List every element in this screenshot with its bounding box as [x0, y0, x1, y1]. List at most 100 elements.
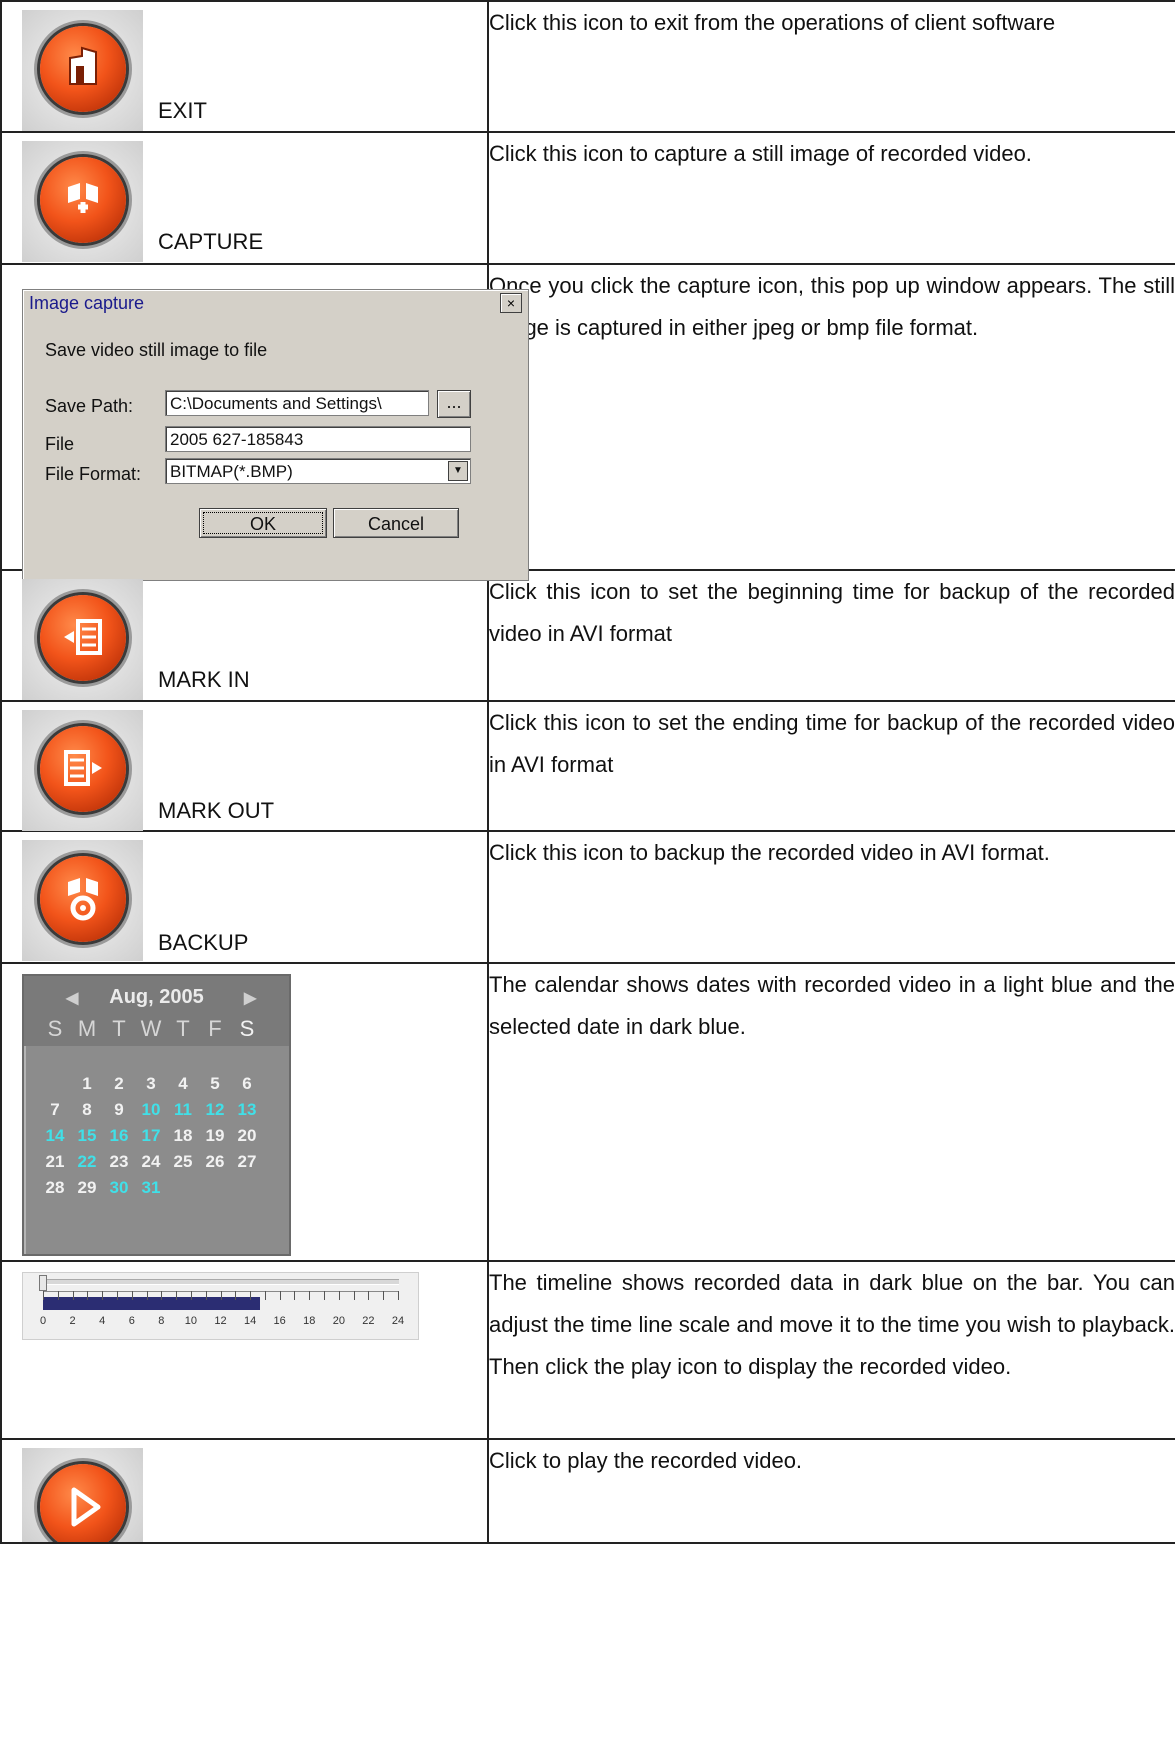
play-button[interactable]	[22, 1448, 143, 1542]
timeline-tick	[190, 1291, 192, 1300]
timeline-tick-label: 22	[362, 1315, 375, 1327]
calendar-day[interactable]: 28	[40, 1178, 70, 1198]
timeline-tick	[205, 1291, 207, 1300]
calendar-day[interactable]: 27	[232, 1152, 262, 1172]
timeline-tick	[116, 1291, 118, 1300]
calendar-day[interactable]: 16	[104, 1126, 134, 1146]
calendar-day[interactable]: 29	[72, 1178, 102, 1198]
file-format-label: File Format:	[45, 464, 142, 484]
timeline-tick	[309, 1291, 311, 1300]
timeline-scale-track[interactable]	[39, 1279, 399, 1285]
weekday-header: S	[239, 1016, 255, 1041]
calendar-day[interactable]: 11	[168, 1100, 198, 1120]
calendar-day[interactable]: 9	[104, 1100, 134, 1120]
dialog-title: Image capture	[29, 293, 145, 313]
capture-button[interactable]	[22, 141, 143, 262]
timeline-tick-label: 18	[303, 1315, 316, 1327]
timeline-tick	[102, 1291, 104, 1300]
backup-cell: BACKUP	[0, 830, 489, 964]
calendar-day[interactable]: 17	[136, 1126, 166, 1146]
timeline-tick	[264, 1291, 266, 1300]
timeline-tick-label: 20	[332, 1315, 345, 1327]
capture-cell: CAPTURE	[0, 131, 489, 265]
calendar-cell: ◀ Aug, 2005 ▶ S M T W T F S 1 2 3 4 5 6 7 8 9 10 11 12 13 14…	[0, 962, 489, 1262]
description: Click this icon to set the beginning tim…	[487, 569, 1175, 702]
timeline-scale-thumb[interactable]	[39, 1275, 47, 1291]
browse-button[interactable]: ...	[437, 390, 471, 418]
dialog-subtitle: Save video still image to file	[45, 340, 268, 360]
save-path-field[interactable]: C:\Documents and Settings\	[165, 390, 429, 416]
calendar-day[interactable]: 13	[232, 1100, 262, 1120]
calendar-day[interactable]: 26	[200, 1152, 230, 1172]
calendar-day[interactable]: 30	[104, 1178, 134, 1198]
exit-button[interactable]	[22, 10, 143, 131]
calendar-day[interactable]: 18	[168, 1126, 198, 1146]
file-format-select[interactable]: BITMAP(*.BMP) ▼	[165, 458, 471, 484]
calendar-day[interactable]: 21	[40, 1152, 70, 1172]
timeline-tick	[57, 1291, 59, 1300]
calendar-day[interactable]: 7	[40, 1100, 70, 1120]
timeline-tick	[176, 1291, 178, 1300]
calendar-day[interactable]: 31	[136, 1178, 166, 1198]
table-row: ◀ Aug, 2005 ▶ S M T W T F S 1 2 3 4 5 6 7 8 9 10 11 12 13 14…	[0, 962, 1175, 1262]
calendar-day[interactable]: 15	[72, 1126, 102, 1146]
description: Click this icon to set the ending time f…	[487, 700, 1175, 832]
mark-out-cell: MARK OUT	[0, 700, 489, 832]
calendar-day[interactable]: 2	[104, 1074, 134, 1094]
weekday-header: F	[208, 1016, 222, 1041]
mark-in-button[interactable]	[22, 579, 143, 700]
exit-icon	[69, 46, 97, 85]
calendar-day[interactable]: 22	[72, 1152, 102, 1172]
file-name-field[interactable]: 2005 627-185843	[165, 426, 471, 452]
description: Click this icon to backup the recorded v…	[487, 830, 1175, 964]
timeline-tick-label: 2	[69, 1315, 76, 1327]
timeline-widget[interactable]: 0 2 4 6 8 10 12 14 16 18 20 22 24	[22, 1272, 419, 1340]
mark-in-cell: MARK IN	[0, 569, 489, 702]
table-row: Click to play the recorded video.	[0, 1438, 1175, 1544]
play-icon	[71, 1487, 101, 1527]
timeline-tick	[279, 1291, 281, 1300]
icon-caption: CAPTURE	[158, 229, 264, 254]
calendar-day[interactable]: 10	[136, 1100, 166, 1120]
timeline-tick	[294, 1291, 296, 1300]
timeline-tick-label: 8	[158, 1315, 165, 1327]
weekday-header: M	[77, 1016, 97, 1041]
calendar-widget: ◀ Aug, 2005 ▶ S M T W T F S 1 2 3 4 5 6 7 8 9 10 11 12 13 14…	[22, 974, 291, 1256]
calendar-day[interactable]: 3	[136, 1074, 166, 1094]
calendar-day[interactable]: 1	[72, 1074, 102, 1094]
ok-button[interactable]: OK	[199, 508, 327, 538]
calendar-day[interactable]: 24	[136, 1152, 166, 1172]
table-row: BACKUP Click this icon to backup the rec…	[0, 830, 1175, 964]
next-month-arrow-icon[interactable]: ▶	[244, 988, 256, 1008]
mark-in-icon	[64, 619, 102, 655]
calendar-day[interactable]: 14	[40, 1126, 70, 1146]
backup-button[interactable]	[22, 840, 143, 961]
timeline-tick	[398, 1291, 399, 1300]
mark-out-button[interactable]	[22, 710, 143, 831]
timeline-tick-label: 14	[243, 1315, 257, 1327]
timeline-tick	[146, 1291, 148, 1300]
timeline-tick-label: 16	[273, 1315, 286, 1327]
calendar-day[interactable]: 4	[168, 1074, 198, 1094]
calendar-day[interactable]: 12	[200, 1100, 230, 1120]
file-label: File	[45, 434, 75, 454]
calendar-day[interactable]: 23	[104, 1152, 134, 1172]
weekday-header: S	[47, 1016, 63, 1041]
timeline-tick	[43, 1291, 44, 1300]
icon-caption: MARK IN	[158, 667, 250, 692]
instruction-table: EXIT Click this icon to exit from the op…	[0, 0, 1175, 1544]
calendar-day[interactable]: 6	[232, 1074, 262, 1094]
close-button[interactable]: ×	[500, 293, 522, 313]
file-format-value: BITMAP(*.BMP)	[170, 462, 293, 481]
timeline-tick-label: 6	[128, 1315, 135, 1327]
chevron-down-icon[interactable]: ▼	[448, 461, 468, 481]
calendar-day[interactable]: 25	[168, 1152, 198, 1172]
calendar-day[interactable]: 20	[232, 1126, 262, 1146]
calendar-day[interactable]: 5	[200, 1074, 230, 1094]
recorded-data-bar	[43, 1297, 261, 1310]
calendar-day[interactable]: 8	[72, 1100, 102, 1120]
cancel-button[interactable]: Cancel	[333, 508, 459, 538]
calendar-day[interactable]: 19	[200, 1126, 230, 1146]
icon-caption: BACKUP	[158, 930, 249, 955]
timeline-cell: 0 2 4 6 8 10 12 14 16 18 20 22 24	[0, 1260, 489, 1440]
